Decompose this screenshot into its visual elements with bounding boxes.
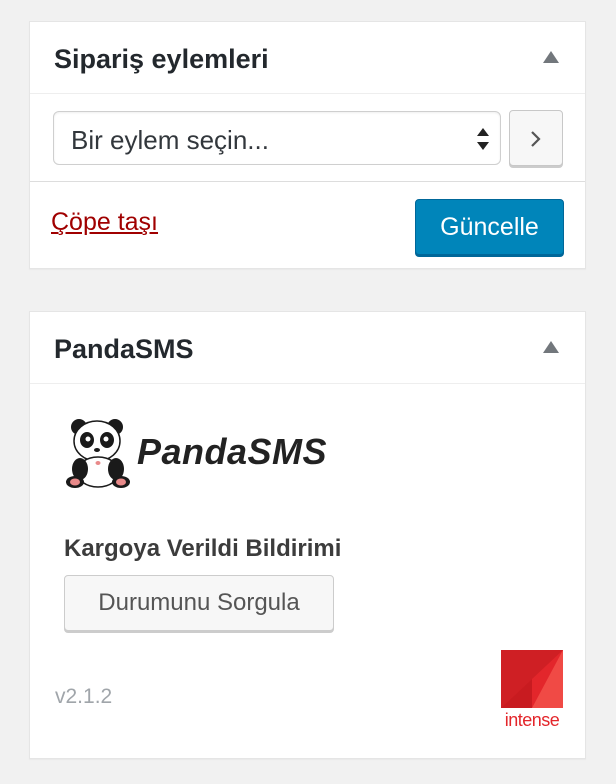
move-to-trash-link[interactable]: Çöpe taşı (51, 208, 158, 237)
update-button[interactable]: Güncelle (415, 199, 564, 255)
pandasms-header: PandaSMS (30, 312, 585, 384)
order-actions-box: Sipariş eylemleri Bir eylem seçin... Çöp… (29, 21, 586, 269)
order-actions-title: Sipariş eylemleri (54, 44, 269, 74)
intense-logo: intense (501, 650, 563, 732)
pandasms-logo: PandaSMS (65, 417, 335, 489)
order-action-select-value: Bir eylem seçin... (71, 125, 269, 155)
collapse-toggle-icon[interactable] (543, 51, 559, 63)
shipping-notification-label: Kargoya Verildi Bildirimi (64, 535, 342, 562)
intense-logo-text: intense (504, 710, 560, 730)
apply-action-button[interactable] (509, 110, 563, 166)
order-action-select[interactable]: Bir eylem seçin... (53, 111, 501, 165)
chevron-right-icon (531, 131, 541, 147)
panda-icon (66, 419, 130, 488)
intense-mark-icon (501, 650, 563, 708)
pandasms-box: PandaSMS PandaSMS Kargoya Verildi Bildir… (29, 311, 586, 759)
query-status-button[interactable]: Durumunu Sorgula (64, 575, 334, 631)
pandasms-title: PandaSMS (54, 334, 194, 364)
order-actions-header: Sipariş eylemleri (30, 22, 585, 94)
select-arrows-icon (477, 128, 489, 150)
collapse-toggle-icon[interactable] (543, 341, 559, 353)
pandasms-logo-text: PandaSMS (137, 431, 328, 472)
actions-row: Bir eylem seçin... (30, 94, 585, 182)
version-label: v2.1.2 (55, 685, 113, 708)
